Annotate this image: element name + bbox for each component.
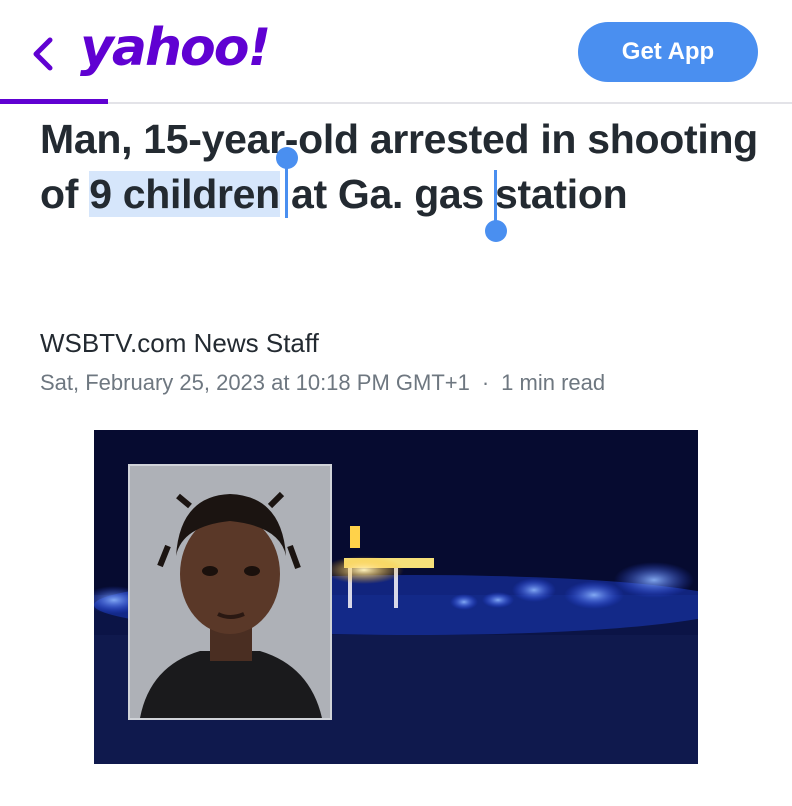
back-button[interactable] bbox=[26, 34, 62, 74]
read-time: 1 min read bbox=[501, 370, 606, 395]
article-photo[interactable] bbox=[94, 430, 698, 764]
article-headline[interactable]: Man, 15-year-old arrested in shooting of… bbox=[40, 112, 760, 222]
get-app-button[interactable]: Get App bbox=[578, 22, 758, 82]
selection-start-handle[interactable] bbox=[276, 147, 298, 169]
article-page: yahoo! Get App Man, 15-year-old arrested… bbox=[0, 0, 792, 806]
top-bar: yahoo! Get App bbox=[0, 0, 792, 104]
selection-end-handle[interactable] bbox=[485, 220, 507, 242]
person-portrait bbox=[130, 466, 330, 718]
author-name[interactable]: WSBTV.com News Staff bbox=[40, 328, 319, 359]
selected-text[interactable]: 9 children bbox=[89, 171, 280, 217]
mugshot-image bbox=[128, 464, 332, 720]
meta-separator: · bbox=[481, 370, 490, 395]
chevron-left-icon bbox=[33, 37, 53, 71]
reading-progress-bar bbox=[0, 99, 108, 104]
yahoo-logo[interactable]: yahoo! bbox=[80, 18, 271, 78]
article-meta: Sat, February 25, 2023 at 10:18 PM GMT+1… bbox=[40, 370, 605, 396]
headline-text-after: at Ga. gas station bbox=[279, 171, 628, 217]
publish-date: Sat, February 25, 2023 at 10:18 PM GMT+1 bbox=[40, 370, 470, 395]
